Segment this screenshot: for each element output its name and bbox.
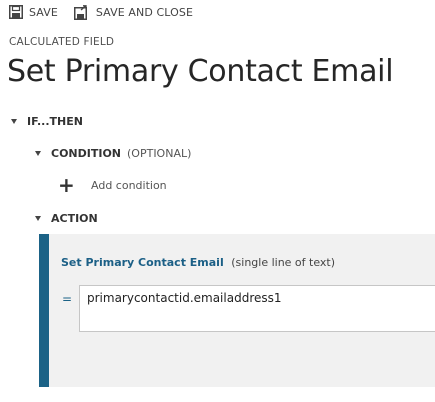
collapse-triangle-icon <box>11 119 17 124</box>
command-bar: SAVE SAVE AND CLOSE <box>9 3 209 21</box>
target-field-name: Set Primary Contact Email <box>61 256 224 269</box>
add-condition-button[interactable]: + Add condition <box>58 173 167 197</box>
collapse-triangle-icon <box>35 151 41 156</box>
page-title: Set Primary Contact Email <box>7 54 394 89</box>
plus-icon: + <box>58 173 75 197</box>
save-and-close-icon <box>73 4 90 20</box>
save-button[interactable]: SAVE <box>9 5 58 19</box>
condition-label: CONDITION <box>51 147 122 160</box>
save-and-close-label: SAVE AND CLOSE <box>95 5 193 19</box>
action-card[interactable]: Set Primary Contact Email (single line o… <box>39 234 435 387</box>
action-label: ACTION <box>51 212 98 225</box>
condition-optional-label: (OPTIONAL) <box>127 147 192 160</box>
add-condition-label: Add condition <box>91 178 167 192</box>
floppy-disk-icon <box>9 5 23 19</box>
formula-input[interactable]: primarycontactid.emailaddress1 <box>79 285 435 332</box>
condition-section-toggle[interactable]: CONDITION (OPTIONAL) <box>35 147 191 160</box>
target-field-line: Set Primary Contact Email (single line o… <box>61 256 335 269</box>
if-then-label: IF...THEN <box>27 115 83 128</box>
save-and-close-button[interactable]: SAVE AND CLOSE <box>73 4 193 20</box>
collapse-triangle-icon <box>35 216 41 221</box>
save-label: SAVE <box>29 5 58 19</box>
target-field-type: (single line of text) <box>231 256 336 269</box>
if-then-section-toggle[interactable]: IF...THEN <box>11 115 83 128</box>
equals-sign: = <box>62 292 73 306</box>
action-section-toggle[interactable]: ACTION <box>35 212 98 225</box>
entity-label: CALCULATED FIELD <box>9 36 115 48</box>
